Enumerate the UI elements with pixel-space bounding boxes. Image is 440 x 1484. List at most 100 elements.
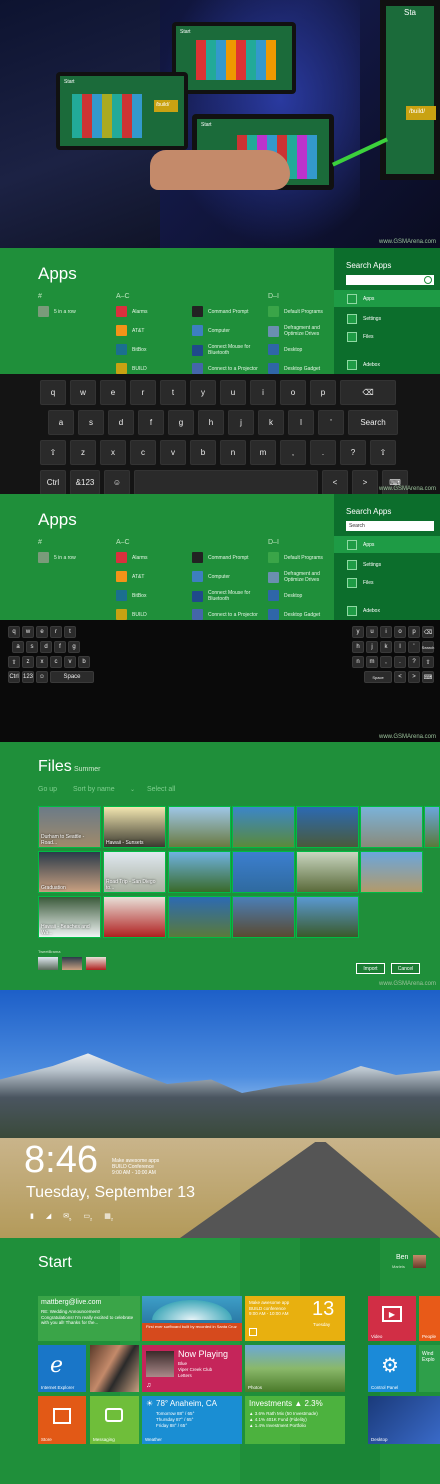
key[interactable]: u: [220, 380, 246, 405]
app-tile[interactable]: Connect to a Projector: [192, 609, 262, 620]
photo-thumbnail[interactable]: Hawaii - Sunsets: [103, 806, 166, 848]
key[interactable]: m: [250, 440, 276, 465]
search-input[interactable]: [346, 275, 434, 285]
key[interactable]: v: [64, 656, 76, 668]
search-scope-apps[interactable]: Apps: [334, 290, 440, 307]
key[interactable]: l: [394, 641, 406, 653]
app-tile[interactable]: 5 in a row: [38, 306, 108, 317]
photo-thumbnail[interactable]: [232, 896, 295, 938]
app-tile[interactable]: 5 in a row: [38, 552, 108, 563]
key[interactable]: o: [280, 380, 306, 405]
shift-key[interactable]: ⇧: [370, 440, 396, 465]
import-button[interactable]: Import: [356, 963, 385, 974]
app-tile[interactable]: Command Prompt: [192, 306, 262, 317]
photo-thumbnail[interactable]: [360, 806, 423, 848]
search-scope-settings[interactable]: Settings: [334, 310, 440, 327]
key[interactable]: ?: [340, 440, 366, 465]
app-tile[interactable]: Computer: [192, 325, 262, 336]
key[interactable]: .: [310, 440, 336, 465]
basket-thumb[interactable]: [38, 957, 58, 970]
key[interactable]: 123: [22, 671, 34, 683]
photo-thumbnail[interactable]: Durham to Seattle - Road...: [38, 806, 101, 848]
desktop-tile[interactable]: Desktop: [368, 1396, 440, 1444]
key[interactable]: q: [40, 380, 66, 405]
app-tile[interactable]: Default Programs: [268, 306, 338, 317]
search-scope-adebox[interactable]: Adebox: [334, 602, 440, 619]
music-tile[interactable]: Now Playing Blue Viper Creek Club Letter…: [142, 1345, 242, 1392]
key[interactable]: d: [108, 410, 134, 435]
key[interactable]: t: [160, 380, 186, 405]
key[interactable]: e: [100, 380, 126, 405]
key[interactable]: ': [318, 410, 344, 435]
shift-key[interactable]: ⇧: [40, 440, 66, 465]
key[interactable]: d: [40, 641, 52, 653]
go-up-command[interactable]: Go up: [38, 786, 57, 793]
key[interactable]: ⇧: [422, 656, 434, 668]
control-panel-tile[interactable]: ⚙ Control Panel: [368, 1345, 416, 1392]
weather-tile[interactable]: ☀ 78° Anaheim, CA Tomorrow 88° / 65° Thu…: [142, 1396, 242, 1444]
key[interactable]: h: [352, 641, 364, 653]
video-tile[interactable]: ▶ Video: [368, 1296, 416, 1341]
key[interactable]: s: [26, 641, 38, 653]
key[interactable]: p: [310, 380, 336, 405]
app-tile[interactable]: Desktop Gadget: [268, 363, 338, 374]
space-key[interactable]: [134, 470, 318, 494]
key[interactable]: z: [70, 440, 96, 465]
key[interactable]: e: [36, 626, 48, 638]
key[interactable]: ☺: [36, 671, 48, 683]
key[interactable]: a: [48, 410, 74, 435]
app-tile[interactable]: Command Prompt: [192, 552, 262, 563]
app-tile[interactable]: Connect Mouse for Bluetooth: [192, 590, 262, 602]
key[interactable]: k: [380, 641, 392, 653]
space-key[interactable]: Space: [50, 671, 94, 683]
investments-tile[interactable]: Investments ▲ 2.3% ▲ 3.6% Rath Mix (50 I…: [245, 1396, 345, 1444]
app-tile[interactable]: AT&T: [116, 571, 186, 582]
messaging-tile[interactable]: Messaging: [90, 1396, 139, 1444]
photo-thumbnail[interactable]: [296, 851, 359, 893]
photo-thumbnail[interactable]: [296, 806, 359, 848]
key[interactable]: u: [366, 626, 378, 638]
backspace-key[interactable]: ⌫: [340, 380, 396, 405]
photo-thumbnail[interactable]: [424, 806, 440, 848]
key[interactable]: k: [258, 410, 284, 435]
photo-thumbnail[interactable]: [168, 806, 231, 848]
key[interactable]: q: [8, 626, 20, 638]
key[interactable]: b: [78, 656, 90, 668]
key[interactable]: p: [408, 626, 420, 638]
app-tile[interactable]: BitBox: [116, 590, 186, 601]
app-tile[interactable]: BUILD: [116, 363, 186, 374]
sort-by-name-command[interactable]: Sort by name: [73, 786, 115, 793]
key[interactable]: c: [130, 440, 156, 465]
photo-thumbnail[interactable]: [360, 851, 423, 893]
photos-tile[interactable]: Photos: [245, 1345, 345, 1392]
search-scope-settings[interactable]: Settings: [334, 556, 440, 573]
app-tile[interactable]: Default Programs: [268, 552, 338, 563]
app-tile[interactable]: Alarms: [116, 552, 186, 563]
key[interactable]: Ctrl: [8, 671, 20, 683]
key[interactable]: r: [130, 380, 156, 405]
photo-thumbnail[interactable]: Road Trip - San Diego to...: [103, 851, 166, 893]
key[interactable]: &123: [70, 470, 100, 494]
photo-thumbnail[interactable]: [296, 896, 359, 938]
key[interactable]: g: [168, 410, 194, 435]
key[interactable]: j: [366, 641, 378, 653]
mail-tile[interactable]: mattberg@live.com RE: Wedding Announceme…: [38, 1296, 140, 1341]
ie-tile[interactable]: e Internet Explorer: [38, 1345, 86, 1392]
app-tile[interactable]: Desktop: [268, 590, 338, 601]
basket-thumb[interactable]: [62, 957, 82, 970]
key[interactable]: v: [160, 440, 186, 465]
key[interactable]: >: [352, 470, 378, 494]
photo-thumbnail[interactable]: [168, 896, 231, 938]
friends-photo-tile[interactable]: [90, 1345, 139, 1392]
search-input[interactable]: Search: [346, 521, 434, 531]
photo-thumbnail[interactable]: [232, 851, 295, 893]
key[interactable]: s: [78, 410, 104, 435]
key[interactable]: n: [220, 440, 246, 465]
key[interactable]: o: [394, 626, 406, 638]
cancel-button[interactable]: Cancel: [391, 963, 420, 974]
key[interactable]: i: [250, 380, 276, 405]
app-tile[interactable]: BitBox: [116, 344, 186, 355]
key[interactable]: ☺: [104, 470, 130, 494]
backspace-key[interactable]: ⌫: [422, 626, 434, 638]
key[interactable]: y: [352, 626, 364, 638]
